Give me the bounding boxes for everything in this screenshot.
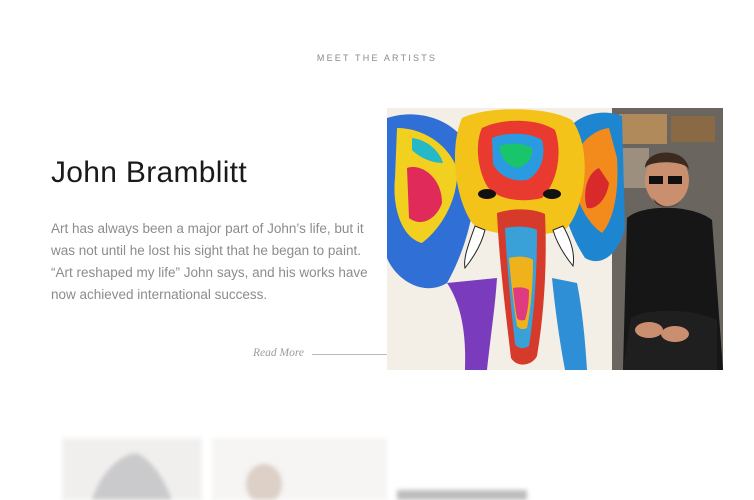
artist-feature-image (387, 108, 723, 370)
read-more-link[interactable]: Read More (253, 347, 304, 359)
artist-bio: Art has always been a major part of John… (51, 221, 368, 302)
next-artist-preview (62, 436, 752, 500)
artist-name: John Bramblitt (51, 156, 247, 189)
section-eyebrow: MEET THE ARTISTS (316, 53, 438, 63)
